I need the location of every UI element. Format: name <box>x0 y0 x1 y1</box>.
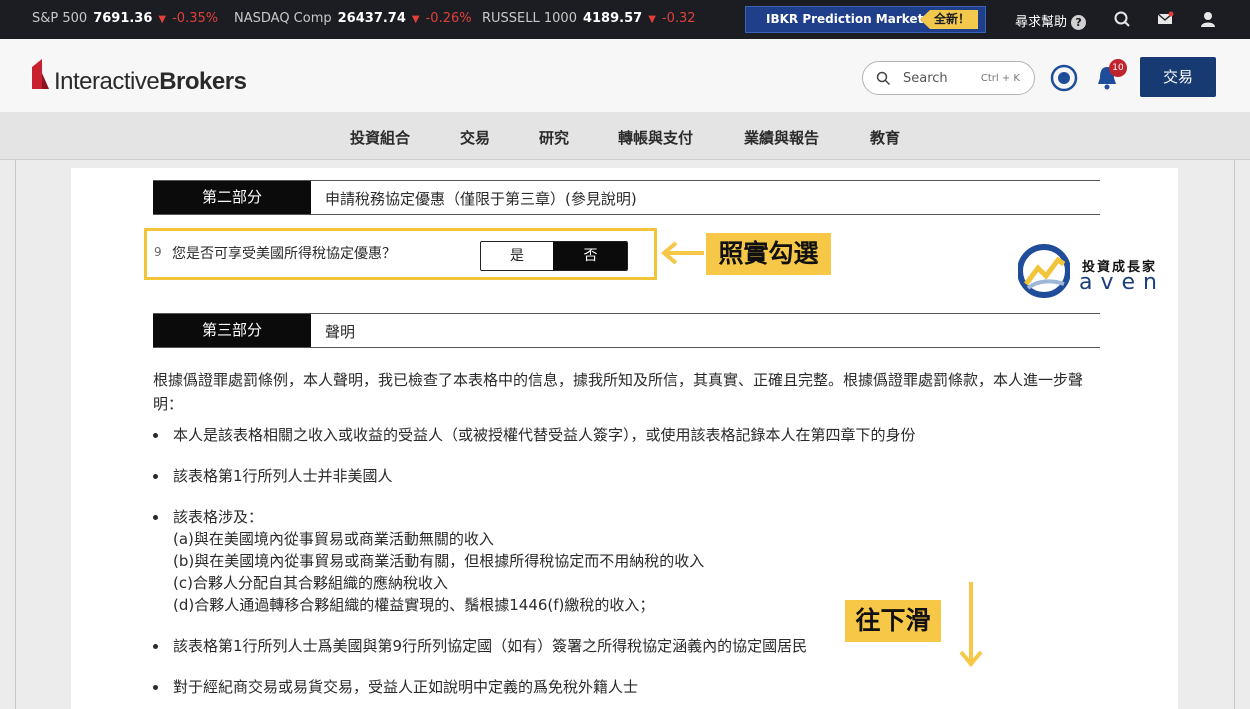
promo-label: IBKR Prediction Markets <box>766 12 931 26</box>
yes-option[interactable]: 是 <box>481 242 553 270</box>
list-item: 該表格第1行所列人士爲美國與第9行所列協定國（如有）簽署之所得稅協定涵義內的協定… <box>153 635 807 657</box>
help-label: 尋求幫助 <box>1015 15 1068 30</box>
help-link[interactable]: 尋求幫助? <box>1015 11 1087 30</box>
new-badge: 全新！ <box>919 10 978 29</box>
part3-tag: 第三部分 <box>153 314 311 347</box>
ticker-name: S&P 500 <box>32 11 88 26</box>
brand-logo-icon <box>1018 244 1070 298</box>
list-item: 本人是該表格相關之收入或收益的受益人（或被授權代替受益人簽字），或使用該表格記錄… <box>153 424 916 446</box>
list-item: 該表格涉及： (a)與在美國境內從事貿易或商業活動無關的收入 (b)與在美國境內… <box>153 506 704 616</box>
logo-light: Interactive <box>54 68 160 95</box>
bullet-dot <box>153 644 158 649</box>
search-shortcut: Ctrl + K <box>980 73 1020 84</box>
market-ticker-bar: S&P 500 7691.36 ▼ -0.35% NASDAQ Comp 26437.7… <box>0 0 1250 39</box>
list-item: 對于經紀商交易或易貨交易，受益人正如說明中定義的爲免稅外籍人士 <box>153 676 638 698</box>
part2-header: 第二部分 申請稅務協定優惠（僅限于第三章）(參見說明) <box>153 180 1100 215</box>
ticker-change: -0.32 <box>661 11 696 26</box>
ticker-value: 26437.74 <box>337 11 406 26</box>
user-icon[interactable] <box>1199 10 1217 28</box>
trade-button[interactable]: 交易 <box>1140 57 1216 97</box>
site-header: InteractiveBrokers Search Ctrl + K 10 交易 <box>0 39 1250 112</box>
left-divider <box>15 160 16 709</box>
nav-portfolio[interactable]: 投資組合 <box>350 127 410 148</box>
part3-title: 聲明 <box>325 323 356 341</box>
nav-trade[interactable]: 交易 <box>460 127 490 148</box>
ib-logo-icon[interactable] <box>30 59 50 91</box>
form-content: 第二部分 申請稅務協定優惠（僅限于第三章）(參見說明) 9 您是否可享受美國所得… <box>71 168 1178 709</box>
right-divider <box>1234 160 1235 709</box>
ib-wordmark[interactable]: InteractiveBrokers <box>54 68 247 96</box>
down-arrow-icon <box>959 582 983 668</box>
sub-item: (c)合夥人分配自其合夥組織的應納稅收入 <box>173 574 448 592</box>
yes-no-toggle[interactable]: 是 否 <box>480 241 628 271</box>
search-icon <box>876 71 891 86</box>
question-number: 9 <box>154 245 162 259</box>
prediction-markets-banner[interactable]: IBKR Prediction Markets 全新！ <box>745 6 986 33</box>
ticker-change: -0.35% <box>172 11 219 26</box>
nav-performance-reports[interactable]: 業績與報告 <box>744 127 819 148</box>
sub-item: (d)合夥人通過轉移合夥組織的權益實現的、鬚根據1446(f)繳稅的收入； <box>173 596 655 614</box>
logo-bold: Brokers <box>159 68 247 95</box>
bullet-dot <box>153 474 158 479</box>
notification-badge: 10 <box>1109 59 1127 77</box>
scroll-down-callout: 往下滑 <box>845 600 941 642</box>
down-arrow-icon: ▼ <box>411 14 420 25</box>
ticker-russell[interactable]: RUSSELL 1000 4189.57 ▼ -0.32 <box>482 11 696 26</box>
question-icon: ? <box>1071 15 1087 30</box>
part2-title: 申請稅務協定優惠（僅限于第三章）(參見說明) <box>325 190 637 208</box>
nav-research[interactable]: 研究 <box>539 127 569 148</box>
check-honestly-callout: 照實勾選 <box>706 233 831 275</box>
treaty-question: 您是否可享受美國所得稅協定優惠？ <box>172 246 396 262</box>
brand-english-name: aven <box>1079 270 1165 295</box>
ticker-name: NASDAQ Comp <box>234 11 332 26</box>
bullet-dot <box>153 685 158 690</box>
ticker-name: RUSSELL 1000 <box>482 11 577 26</box>
sub-item: (b)與在美國境內從事貿易或商業活動有關，但根據所得稅協定而不用納稅的收入 <box>173 552 705 570</box>
declaration-paragraph: 根據僞證罪處罰條例，本人聲明，我已檢查了本表格中的信息，據我所知及所信，其真實、… <box>153 371 1084 413</box>
left-arrow-icon <box>660 241 704 265</box>
ticker-sp500[interactable]: S&P 500 7691.36 ▼ -0.35% <box>32 11 218 26</box>
bullet-dot <box>153 433 158 438</box>
account-status-icon[interactable] <box>1050 64 1078 92</box>
nav-transfer-pay[interactable]: 轉帳與支付 <box>618 127 693 148</box>
ticker-value: 4189.57 <box>582 11 643 26</box>
search-placeholder: Search <box>903 71 948 86</box>
ticker-value: 7691.36 <box>93 11 153 26</box>
down-arrow-icon: ▼ <box>158 14 167 25</box>
search-input[interactable]: Search Ctrl + K <box>862 61 1035 95</box>
main-nav: 投資組合 交易 研究 轉帳與支付 業績與報告 教育 <box>0 112 1250 160</box>
ticker-change: -0.26% <box>425 11 472 26</box>
sub-item: (a)與在美國境內從事貿易或商業活動無關的收入 <box>173 530 494 548</box>
list-item: 該表格第1行所列人士并非美國人 <box>153 465 393 487</box>
part3-header: 第三部分 聲明 <box>153 313 1100 348</box>
chat-search-icon[interactable] <box>1113 10 1131 28</box>
bullet-dot <box>153 515 158 520</box>
down-arrow-icon: ▼ <box>648 14 656 25</box>
nav-education[interactable]: 教育 <box>870 127 900 148</box>
ticker-nasdaq[interactable]: NASDAQ Comp 26437.74 ▼ -0.26% <box>234 11 472 26</box>
no-option-selected[interactable]: 否 <box>553 242 627 270</box>
treaty-question-highlight: 9 您是否可享受美國所得稅協定優惠？ 是 否 <box>144 228 657 280</box>
mail-icon[interactable] <box>1156 10 1174 28</box>
part2-tag: 第二部分 <box>153 181 311 214</box>
